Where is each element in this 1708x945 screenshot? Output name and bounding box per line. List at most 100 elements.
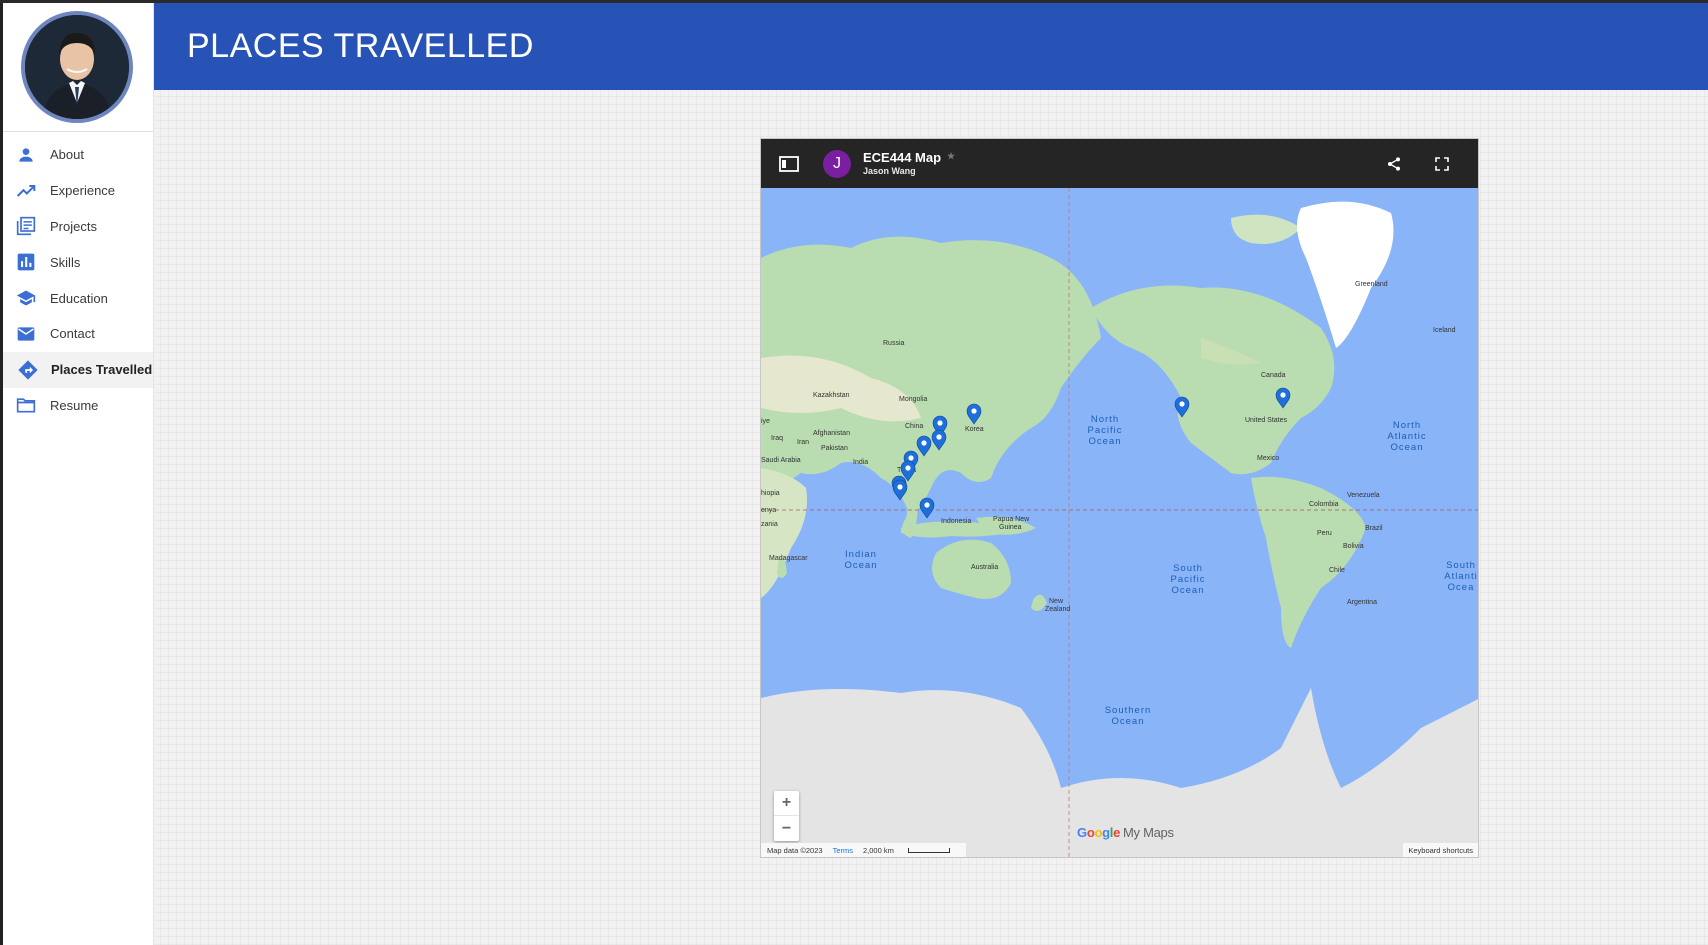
label-venezuela: Venezuela (1347, 492, 1380, 499)
school-icon (14, 286, 38, 310)
label-south-atlantic-2: Atlanti (1444, 571, 1477, 582)
label-south-pacific-1: South (1173, 563, 1203, 574)
zoom-control: + − (774, 791, 799, 841)
label-saudi: Saudi Arabia (761, 457, 801, 464)
label-brazil: Brazil (1365, 525, 1383, 532)
nav-label-experience: Experience (50, 183, 116, 199)
label-south-atlantic-3: Ocea (1448, 582, 1475, 593)
mail-icon (14, 322, 38, 346)
label-indian-1: Indian (845, 549, 877, 560)
label-north-atlantic-3: Ocean (1391, 442, 1424, 453)
label-bolivia: Bolivia (1343, 543, 1364, 550)
page-header: PLACES TRAVELLED (154, 3, 1708, 90)
nav-item-education[interactable]: Education (0, 280, 153, 316)
keyboard-shortcuts-link[interactable]: Keyboard shortcuts (1403, 843, 1478, 857)
label-peru: Peru (1317, 530, 1332, 537)
folder-icon (14, 393, 38, 417)
label-north-pacific-2: Pacific (1088, 425, 1123, 436)
nav-item-experience[interactable]: Experience (0, 173, 153, 209)
label-png: Papua New (993, 516, 1030, 523)
zoom-in-button[interactable]: + (774, 791, 799, 816)
zoom-out-button[interactable]: − (774, 816, 799, 841)
label-mexico: Mexico (1257, 455, 1279, 462)
label-north-atlantic-1: North (1393, 420, 1421, 431)
label-png-2: Guinea (999, 524, 1022, 531)
trending-up-icon (14, 179, 38, 203)
nav-item-projects[interactable]: Projects (0, 209, 153, 245)
nav-menu: About Experience Projects Skills Educati… (0, 137, 153, 423)
nav-item-skills[interactable]: Skills (0, 244, 153, 280)
label-north-pacific-3: Ocean (1089, 436, 1122, 447)
terms-link[interactable]: Terms (833, 846, 853, 855)
label-canada: Canada (1261, 372, 1286, 379)
nav-label-places-travelled: Places Travelled (51, 362, 153, 378)
label-argentina: Argentina (1347, 599, 1377, 606)
nav-item-places-travelled[interactable]: Places Travelled (0, 351, 153, 388)
label-turkey: iye (761, 418, 770, 425)
nav-label-contact: Contact (50, 326, 95, 342)
label-chile: Chile (1329, 567, 1345, 574)
label-madagascar: Madagascar (769, 555, 808, 562)
label-kazakhstan: Kazakhstan (813, 392, 850, 399)
label-iraq: Iraq (771, 435, 783, 442)
article-icon (14, 214, 38, 238)
label-indian-2: Ocean (845, 560, 878, 571)
page-title: PLACES TRAVELLED (187, 27, 534, 65)
label-afghanistan: Afghanistan (813, 430, 850, 437)
scale-label[interactable]: 2,000 km (863, 846, 894, 855)
google-my-maps-logo: Google My Maps (1077, 825, 1174, 840)
label-pakistan: Pakistan (821, 445, 848, 452)
label-southern-1: Southern (1105, 705, 1152, 716)
share-icon[interactable] (1382, 152, 1406, 176)
label-south-pacific-2: Pacific (1171, 574, 1206, 585)
label-kenya: enya (761, 507, 776, 514)
directions-icon (16, 358, 40, 382)
map-attribution: Map data ©2023 (767, 845, 823, 855)
star-icon[interactable]: ★ (947, 151, 955, 161)
label-india: India (853, 459, 868, 466)
label-russia: Russia (883, 340, 905, 347)
nav-label-resume: Resume (50, 397, 99, 413)
side-panel-icon[interactable] (775, 150, 803, 178)
label-mongolia: Mongolia (899, 396, 928, 403)
user-avatar: J (823, 149, 851, 178)
label-south-atlantic-1: South (1446, 560, 1476, 571)
label-colombia: Colombia (1309, 501, 1339, 508)
person-icon (14, 143, 38, 167)
label-iceland: Iceland (1433, 327, 1456, 334)
profile-section (0, 3, 153, 132)
fullscreen-icon[interactable] (1430, 152, 1454, 176)
nav-label-about: About (50, 147, 84, 163)
map-author: Jason Wang (863, 165, 916, 176)
nav-item-resume[interactable]: Resume (0, 388, 153, 424)
map-title[interactable]: ECE444 Map (863, 150, 941, 165)
label-us: United States (1245, 417, 1288, 424)
map-embed[interactable]: J ECE444 Map ★ Jason Wang Greenland Icel… (760, 138, 1479, 858)
nav-label-skills: Skills (50, 254, 81, 270)
label-north-atlantic-2: Atlantic (1387, 431, 1426, 442)
label-ethiopia: hiopia (761, 490, 780, 497)
map-toolbar: J ECE444 Map ★ Jason Wang (761, 139, 1478, 188)
label-south-pacific-3: Ocean (1172, 585, 1205, 596)
scale-bar (907, 847, 950, 853)
label-north-pacific-1: North (1091, 414, 1119, 425)
nav-item-about[interactable]: About (0, 137, 153, 173)
nav-label-education: Education (50, 290, 108, 306)
map-title-block: ECE444 Map ★ Jason Wang (863, 150, 955, 176)
sidebar: About Experience Projects Skills Educati… (0, 3, 154, 945)
label-nz: New (1049, 598, 1064, 605)
label-southern-2: Ocean (1112, 716, 1145, 727)
label-korea: Korea (965, 426, 984, 433)
label-tanzania: zania (761, 521, 778, 528)
nav-item-contact[interactable]: Contact (0, 316, 153, 352)
label-nz-2: Zealand (1045, 606, 1070, 613)
world-map[interactable]: Greenland Iceland Russia Kazakhstan Mong… (761, 188, 1479, 857)
label-australia: Australia (971, 564, 998, 571)
label-iran: Iran (797, 439, 809, 446)
profile-avatar (20, 11, 133, 123)
label-indonesia: Indonesia (941, 518, 971, 525)
bar-chart-icon (14, 250, 38, 274)
nav-label-projects: Projects (50, 218, 97, 234)
label-greenland: Greenland (1355, 281, 1388, 288)
label-china: China (905, 423, 923, 430)
